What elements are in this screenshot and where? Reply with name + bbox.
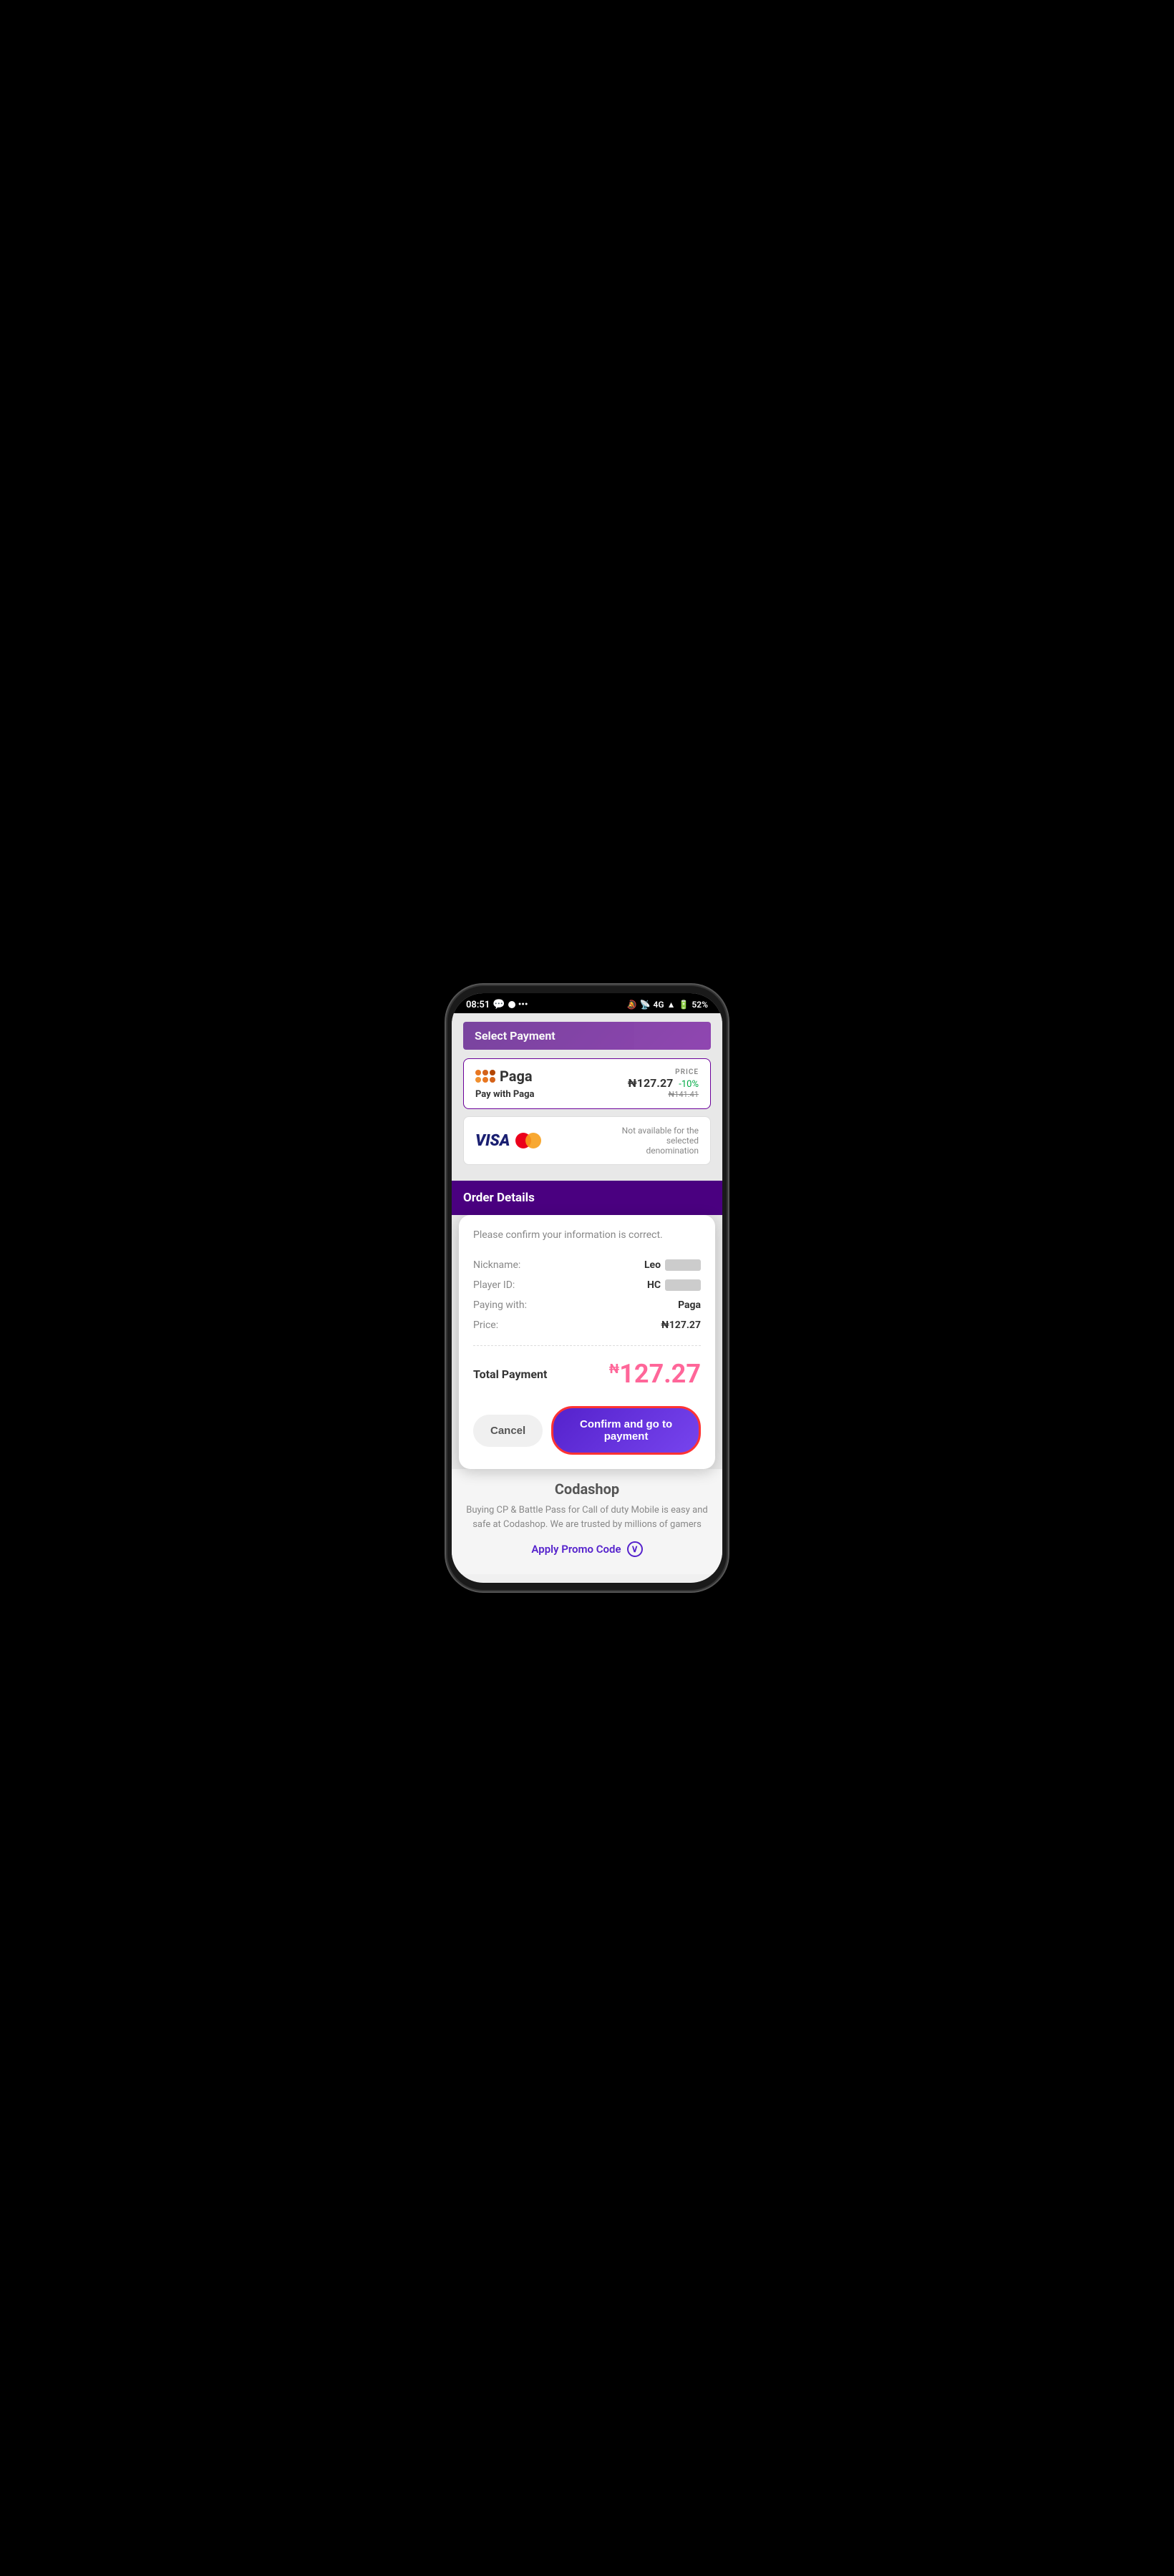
paying-with-value: Paga (678, 1299, 701, 1311)
divider (473, 1345, 701, 1346)
order-details-header: Order Details (452, 1181, 722, 1215)
player-id-value: HC (647, 1279, 701, 1291)
signal-badge: 4G (654, 1000, 664, 1010)
visa-logo-area: VISA (475, 1132, 541, 1150)
paga-discount: -10% (679, 1079, 699, 1090)
paga-dots-icon (475, 1070, 495, 1083)
signal-bars: ▲ (667, 1000, 676, 1010)
mastercard-orange-circle (525, 1133, 541, 1148)
paga-brand-name: Paga (500, 1068, 533, 1085)
order-modal: Please confirm your information is corre… (459, 1215, 715, 1469)
cancel-button[interactable]: Cancel (473, 1415, 543, 1447)
payment-section: Select Payment (452, 1013, 722, 1181)
paga-original-price: ₦141.41 (628, 1090, 699, 1099)
nickname-value: Leo (644, 1259, 701, 1271)
phone-frame: 08:51 💬 ••• ⏰ 🔕 📡 4G ▲ 🔋 52% Select Paym… (447, 986, 727, 1590)
paga-payment-option[interactable]: Paga Pay with Paga PRICE ₦127.27 -10% ₦1… (463, 1058, 711, 1109)
section-title: Select Payment (463, 1022, 711, 1050)
price-row-value: ₦127.27 (661, 1319, 701, 1331)
paga-left: Paga Pay with Paga (475, 1068, 535, 1100)
time-display: 08:51 (466, 1000, 490, 1010)
confirm-text: Please confirm your information is corre… (473, 1229, 701, 1241)
menu-icon: ••• (518, 1000, 528, 1010)
visa-logo: VISA (475, 1132, 510, 1150)
price-label: PRICE (628, 1068, 699, 1076)
main-content[interactable]: Select Payment (452, 1013, 722, 1574)
phone-screen: 08:51 💬 ••• ⏰ 🔕 📡 4G ▲ 🔋 52% Select Paym… (452, 993, 722, 1583)
modal-buttons: Cancel Confirm and go to payment (473, 1406, 701, 1455)
paying-with-row: Paying with: Paga (473, 1295, 701, 1315)
nickname-redacted (665, 1259, 701, 1271)
total-label: Total Payment (473, 1367, 547, 1381)
confirm-button[interactable]: Confirm and go to payment (551, 1406, 701, 1455)
naira-symbol: ₦ (609, 1362, 620, 1377)
camera-notch (544, 993, 630, 1013)
paying-with-label: Paying with: (473, 1299, 527, 1311)
whatsapp-icon: 💬 (493, 999, 505, 1010)
player-id-row: Player ID: HC (473, 1275, 701, 1295)
not-available-text: Not available for the selected denominat… (613, 1126, 699, 1156)
nickname-row: Nickname: Leo (473, 1255, 701, 1275)
total-amount: ₦127.27 (609, 1359, 701, 1389)
promo-code-label: Apply Promo Code (531, 1543, 621, 1556)
battery-icon: 🔋 (678, 1000, 689, 1010)
promo-code-button[interactable]: Apply Promo Code ∨ (463, 1541, 711, 1557)
paga-price-row: ₦127.27 -10% (628, 1076, 699, 1090)
status-dot (508, 1001, 515, 1008)
codashop-description: Buying CP & Battle Pass for Call of duty… (463, 1503, 711, 1531)
total-row: Total Payment ₦127.27 (473, 1356, 701, 1392)
codashop-title: Codashop (463, 1480, 711, 1498)
mastercard-logo (515, 1133, 541, 1148)
paga-price-area: PRICE ₦127.27 -10% ₦141.41 (628, 1068, 699, 1099)
paga-logo: Paga (475, 1068, 535, 1085)
player-id-redacted (665, 1279, 701, 1291)
price-row-label: Price: (473, 1319, 498, 1331)
wifi-icon: 📡 (640, 1000, 651, 1010)
paga-price: ₦127.27 (628, 1076, 674, 1090)
status-left: 08:51 💬 ••• (466, 999, 528, 1010)
promo-chevron-icon: ∨ (627, 1541, 643, 1557)
bottom-section: Codashop Buying CP & Battle Pass for Cal… (452, 1469, 722, 1574)
nickname-label: Nickname: (473, 1259, 520, 1271)
battery-percent: 52% (692, 1000, 708, 1010)
player-id-label: Player ID: (473, 1279, 515, 1291)
price-row: Price: ₦127.27 (473, 1315, 701, 1335)
pay-with-paga-label: Pay with Paga (475, 1089, 535, 1100)
visa-payment-option[interactable]: VISA Not available for the selected deno… (463, 1116, 711, 1165)
